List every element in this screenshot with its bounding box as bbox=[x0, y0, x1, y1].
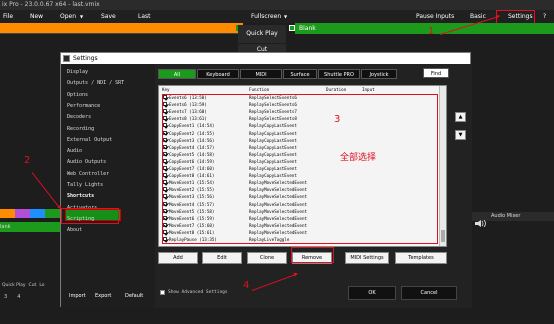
cancel-button[interactable]: Cancel bbox=[401, 286, 457, 300]
open-button[interactable]: Open bbox=[60, 10, 76, 23]
sidebar-item-shortcuts[interactable]: Shortcuts bbox=[67, 193, 94, 199]
bottom-tab-quick-play[interactable]: Quick Play bbox=[2, 283, 26, 291]
sidebar-item-recording[interactable]: Recording bbox=[67, 126, 94, 132]
list-scrollbar[interactable] bbox=[439, 86, 446, 246]
tab-midi[interactable]: MIDI bbox=[240, 69, 282, 79]
fullscreen-dropdown-icon[interactable]: ▼ bbox=[284, 10, 287, 23]
output-blank-label: Blank bbox=[299, 25, 316, 32]
bottom-tab-cut[interactable]: Cut bbox=[29, 283, 37, 291]
sidebar-item-external-output[interactable]: External Output bbox=[67, 137, 112, 143]
menu-bar: File New Open ▼ Save Last Fullscreen ▼ P… bbox=[0, 10, 554, 23]
select-all-highlight-box bbox=[162, 94, 438, 244]
output-strip: Blank bbox=[295, 23, 554, 34]
bottom-tabs: Quick Play Cut Lo bbox=[0, 283, 60, 291]
window-title: ix Pro - 23.0.0.67 x64 - last.vmix bbox=[2, 1, 100, 8]
midi-settings-button[interactable]: MIDI Settings bbox=[345, 252, 389, 264]
shortcuts-highlight-box bbox=[61, 208, 119, 224]
sidebar-item-audio[interactable]: Audio bbox=[67, 148, 82, 154]
sidebar-item-audio-outputs[interactable]: Audio Outputs bbox=[67, 159, 106, 165]
remove-highlight-box bbox=[291, 247, 334, 263]
show-advanced-label: Show Advanced Settings bbox=[168, 290, 228, 295]
pause-inputs-button[interactable]: Pause Inputs bbox=[416, 10, 454, 23]
ok-button[interactable]: OK bbox=[348, 286, 396, 300]
sidebar-item-decoders[interactable]: Decoders bbox=[67, 114, 91, 120]
sidebar-item-display[interactable]: Display bbox=[67, 69, 88, 75]
input-label-strip: lank bbox=[0, 222, 60, 232]
tab-shuttle-pro[interactable]: Shuttle PRO bbox=[318, 69, 360, 79]
default-button[interactable]: Default bbox=[125, 293, 143, 299]
sidebar-item-outputs-ndi-srt[interactable]: Outputs / NDI / SRT bbox=[67, 80, 124, 86]
sidebar-item-performance[interactable]: Performance bbox=[67, 103, 100, 109]
fullscreen-button[interactable]: Fullscreen bbox=[251, 10, 281, 23]
edit-button[interactable]: Edit bbox=[202, 252, 242, 264]
color-swatches bbox=[0, 209, 60, 218]
column-key[interactable]: Key bbox=[162, 87, 170, 92]
dialog-title: Settings bbox=[73, 55, 98, 62]
preview-strip bbox=[0, 23, 243, 34]
tab-joystick[interactable]: Joystick bbox=[361, 69, 397, 79]
window-title-bar: ix Pro - 23.0.0.67 x64 - last.vmix bbox=[0, 0, 554, 10]
dialog-title-bar: Settings bbox=[61, 53, 470, 64]
help-button[interactable]: ? bbox=[543, 10, 546, 23]
sidebar-item-about[interactable]: About bbox=[67, 227, 82, 233]
quick-play-button[interactable]: Quick Play bbox=[238, 25, 286, 43]
sidebar-item-web-controller[interactable]: Web Controller bbox=[67, 171, 109, 177]
file-menu[interactable]: File bbox=[3, 10, 13, 23]
move-up-icon[interactable]: ▲ bbox=[455, 112, 466, 122]
tab-all[interactable]: All bbox=[158, 69, 196, 79]
show-advanced-checkbox[interactable] bbox=[160, 290, 165, 295]
annotation-3: 3 bbox=[334, 114, 341, 125]
column-duration[interactable]: Duration bbox=[326, 87, 346, 92]
move-down-icon[interactable]: ▼ bbox=[455, 130, 466, 140]
import-button[interactable]: Import bbox=[69, 293, 86, 299]
last-button[interactable]: Last bbox=[138, 10, 151, 23]
find-button[interactable]: Find bbox=[423, 68, 449, 78]
audio-mixer-label: Audio Mixer bbox=[491, 213, 521, 219]
open-dropdown-icon[interactable]: ▼ bbox=[80, 10, 83, 23]
input-label: lank bbox=[0, 224, 11, 230]
speaker-icon bbox=[474, 212, 486, 228]
sidebar-item-options[interactable]: Options bbox=[67, 92, 88, 98]
tab-keyboard[interactable]: Keyboard bbox=[197, 69, 239, 79]
sidebar-item-tally-lights[interactable]: Tally Lights bbox=[67, 182, 103, 188]
save-button[interactable]: Save bbox=[101, 10, 116, 23]
tab-surface[interactable]: Surface bbox=[283, 69, 317, 79]
select-all-annotation: 全部选择 bbox=[340, 153, 377, 163]
bottom-num-3: 3 bbox=[4, 294, 8, 300]
annotation-1: 1 bbox=[428, 26, 435, 37]
scrollbar-thumb[interactable] bbox=[441, 230, 445, 242]
annotation-2: 2 bbox=[24, 155, 31, 166]
shortcuts-panel: All Keyboard MIDI Surface Shuttle PRO Jo… bbox=[155, 64, 472, 308]
bottom-tab-lo[interactable]: Lo bbox=[39, 283, 44, 291]
bottom-numbers: 3 4 bbox=[4, 294, 44, 302]
new-button[interactable]: New bbox=[30, 10, 43, 23]
arrow-2 bbox=[31, 172, 61, 210]
settings-dialog: Settings Display Outputs / NDI / SRT Optio… bbox=[60, 52, 472, 308]
templates-button[interactable]: Templates bbox=[395, 252, 447, 264]
settings-sidebar: Display Outputs / NDI / SRT Options Perform… bbox=[61, 64, 155, 308]
column-input[interactable]: Input bbox=[362, 87, 375, 92]
column-function[interactable]: Function bbox=[249, 87, 269, 92]
annotation-4: 4 bbox=[243, 280, 250, 291]
bottom-num-4: 4 bbox=[17, 294, 21, 300]
add-button[interactable]: Add bbox=[158, 252, 198, 264]
app-icon bbox=[63, 55, 70, 62]
clone-button[interactable]: Clone bbox=[247, 252, 287, 264]
export-button[interactable]: Export bbox=[95, 293, 111, 299]
